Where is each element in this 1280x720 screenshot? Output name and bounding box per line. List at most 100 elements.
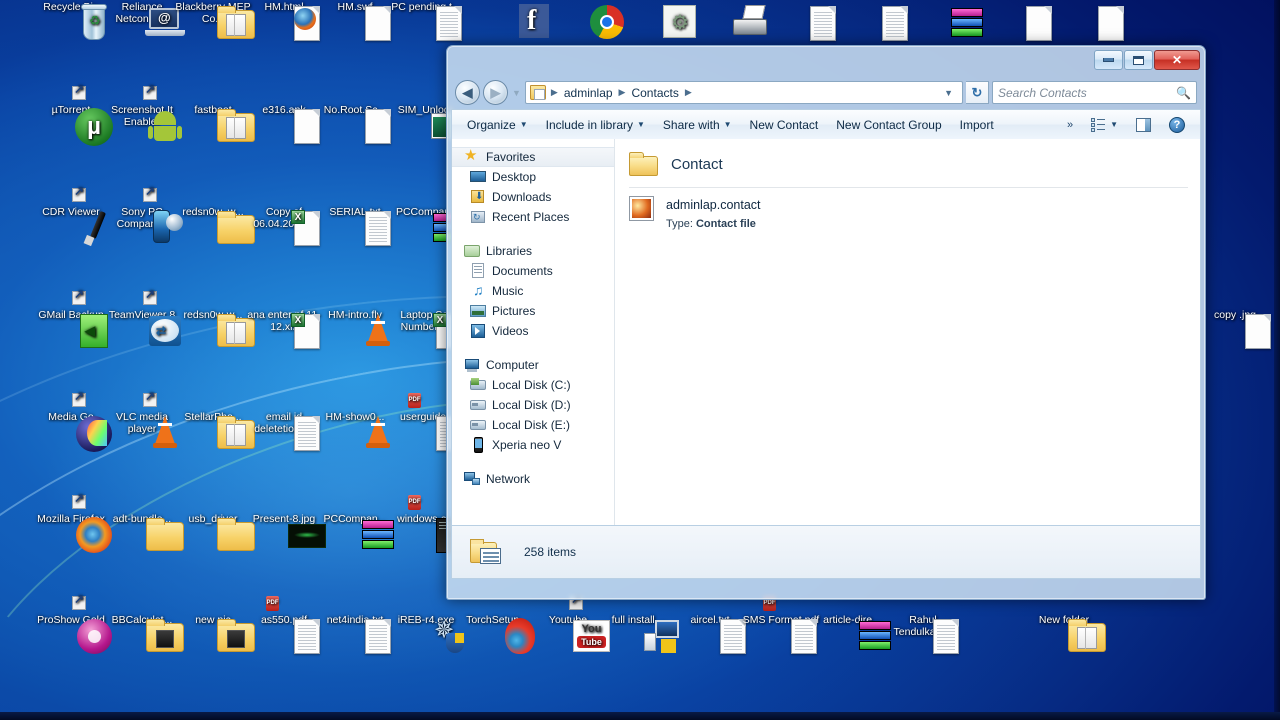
desktop-icon[interactable]: BBCalculat... bbox=[101, 614, 184, 652]
refresh-button[interactable]: ↻ bbox=[966, 81, 989, 104]
desktop-icon[interactable]: StellarPho... bbox=[172, 411, 255, 449]
desktop-icon[interactable]: ⇄TeamViewer 8 bbox=[101, 289, 183, 346]
navigation-pane[interactable]: ★ Favorites Desktop ⬇ Downloads ↻ Recent Place… bbox=[452, 139, 615, 525]
nav-item-downloads[interactable]: ⬇ Downloads bbox=[452, 187, 614, 207]
breadcrumb-item-adminlap[interactable]: adminlap bbox=[561, 85, 616, 101]
desktop-icon[interactable]: copy .jpg bbox=[1194, 309, 1276, 349]
recent-pages-icon[interactable]: ▼ bbox=[512, 88, 521, 98]
command-toolbar[interactable]: Organize ▼ Include in library ▼ Share with ▼ N… bbox=[451, 109, 1201, 139]
breadcrumb-item-contacts[interactable]: Contacts bbox=[628, 85, 681, 101]
nav-item-documents[interactable]: Documents bbox=[452, 261, 614, 281]
back-button[interactable]: ◀ bbox=[455, 80, 480, 105]
desktop-icon[interactable]: email id deletetion.txt bbox=[243, 411, 325, 451]
desktop-icon[interactable]: adt-bundle... bbox=[101, 513, 184, 551]
desktop-icon[interactable]: @ Reliance Netconnect bbox=[101, 1, 185, 36]
preview-pane-button[interactable] bbox=[1127, 114, 1160, 136]
explorer-window[interactable]: ✕ ◀ ▶ ▼ ▶ adminlap ▶ Contacts ▶ ▼ ↻ Sear… bbox=[446, 45, 1206, 600]
desktop-icon[interactable]: Blackberry MEP Co... bbox=[172, 1, 255, 39]
breadcrumb-separator: ▶ bbox=[618, 87, 626, 97]
address-bar[interactable]: ◀ ▶ ▼ ▶ adminlap ▶ Contacts ▶ ▼ ↻ Search… bbox=[451, 76, 1201, 109]
desktop-icon[interactable]: TorchSetup... bbox=[456, 614, 538, 654]
desktop-icon[interactable]: PCCompan... bbox=[314, 513, 396, 549]
search-input[interactable]: Search Contacts 🔍 bbox=[992, 81, 1197, 104]
nav-item-videos[interactable]: Videos bbox=[452, 321, 614, 341]
desktop-icon[interactable]: PDF as550.pdf bbox=[243, 596, 325, 654]
nav-item-pictures[interactable]: Pictures bbox=[452, 301, 614, 321]
desktop-icon[interactable]: aircel.txt bbox=[669, 614, 751, 654]
desktop-icon[interactable]: µµTorrent bbox=[30, 84, 113, 146]
desktop-icon[interactable]: SERIAL.txt bbox=[314, 206, 396, 246]
desktop-icon[interactable]: e316.apk bbox=[243, 104, 325, 144]
nav-item-local-disk-e[interactable]: Local Disk (E:) bbox=[452, 415, 614, 435]
desktop-icon[interactable]: ✵ iREB-r4.exe bbox=[385, 614, 467, 653]
close-button[interactable]: ✕ bbox=[1154, 50, 1200, 70]
nav-group-label: Favorites bbox=[486, 150, 536, 164]
desktop-icon[interactable]: Present-8.jpg bbox=[243, 513, 326, 548]
desktop-icon[interactable]: YouTubeYoutube bbox=[527, 594, 610, 652]
nav-group-network[interactable]: Network bbox=[452, 469, 614, 489]
nav-item-xperia-neo-v[interactable]: Xperia neo V bbox=[452, 435, 614, 455]
desktop-icon[interactable]: VLC media player bbox=[101, 391, 183, 448]
desktop-icon[interactable]: X Copy of 06.04.2012... bbox=[243, 206, 325, 246]
desktop-icon[interactable]: Screenshot It Enabler bbox=[101, 84, 183, 141]
desktop-icon[interactable]: PDF SMS Format.pdf bbox=[740, 596, 822, 654]
desktop-icon[interactable]: Rahul Tendulkar.txt bbox=[882, 614, 964, 654]
breadcrumb[interactable]: ▶ adminlap ▶ Contacts ▶ ▼ bbox=[524, 81, 963, 104]
nav-group-label: Libraries bbox=[486, 244, 533, 258]
desktop-icon[interactable]: net4india.txt bbox=[314, 614, 396, 654]
desktop-icon[interactable]: HM.html bbox=[243, 1, 325, 41]
desktop-icon[interactable]: Sony PC Compani... bbox=[101, 186, 183, 243]
desktop-icon[interactable]: ♻ Recycle Bin bbox=[30, 1, 112, 40]
toolbar-button-share-with[interactable]: Share with ▼ bbox=[654, 114, 741, 136]
search-placeholder: Search Contacts bbox=[998, 85, 1087, 100]
help-button[interactable]: ? bbox=[1160, 113, 1194, 137]
desktop-icon[interactable]: ◂GMail Backup bbox=[30, 289, 112, 348]
nav-item-music[interactable]: ♫ Music bbox=[452, 281, 614, 301]
nav-item-recent-places[interactable]: ↻ Recent Places bbox=[452, 207, 614, 227]
nav-group-computer[interactable]: Computer bbox=[452, 355, 614, 375]
toolbar-button-new-contact-group[interactable]: New Contact Group bbox=[827, 114, 950, 136]
toolbar-button-new-contact[interactable]: New Contact bbox=[741, 114, 828, 136]
desktop-icon[interactable]: redsn0w_w... bbox=[172, 206, 255, 244]
desktop-icon[interactable]: redsn0w-w... bbox=[172, 309, 255, 347]
desktop-icon[interactable]: full install.... bbox=[598, 614, 680, 653]
desktop-icon[interactable]: CDR Viewer bbox=[30, 186, 112, 247]
explorer-body: ★ Favorites Desktop ⬇ Downloads ↻ Recent Place… bbox=[451, 139, 1201, 525]
window-titlebar[interactable]: ✕ bbox=[451, 50, 1201, 76]
forward-button[interactable]: ▶ bbox=[483, 80, 508, 105]
desktop-icon[interactable]: New folder bbox=[1023, 614, 1106, 652]
nav-item-local-disk-c[interactable]: Local Disk (C:) bbox=[452, 375, 614, 395]
chevron-down-icon[interactable]: ▼ bbox=[939, 88, 958, 98]
window-controls: ✕ bbox=[1094, 50, 1200, 70]
desktop-icon[interactable]: Media Go bbox=[30, 391, 112, 452]
toolbar-button-organize[interactable]: Organize ▼ bbox=[458, 114, 537, 136]
desktop-icon[interactable]: HM.swf bbox=[314, 1, 396, 41]
desktop-icon[interactable]: HM-show0... bbox=[314, 411, 396, 448]
desktop-icon[interactable]: new pic bbox=[172, 614, 255, 652]
toolbar-button-import[interactable]: Import bbox=[951, 114, 1003, 136]
desktop-icon[interactable]: HM-intro.flv bbox=[314, 309, 396, 346]
desktop-icon[interactable]: Mozilla Firefox bbox=[30, 493, 112, 553]
change-view-button[interactable]: ▼ bbox=[1082, 114, 1127, 136]
nav-item-local-disk-d[interactable]: Local Disk (D:) bbox=[452, 395, 614, 415]
minimize-button[interactable] bbox=[1094, 50, 1123, 70]
desktop-icon[interactable]: ProShow Gold bbox=[30, 594, 112, 654]
downloads-icon: ⬇ bbox=[470, 189, 486, 205]
maximize-button[interactable] bbox=[1124, 50, 1153, 70]
nav-group-gap bbox=[452, 227, 614, 241]
documents-icon bbox=[470, 263, 486, 279]
nav-group-libraries[interactable]: Libraries bbox=[452, 241, 614, 261]
toolbar-overflow-button[interactable]: » bbox=[1058, 115, 1082, 135]
file-row[interactable]: adminlap.contact Type: Contact file bbox=[615, 188, 1200, 232]
desktop-icon[interactable]: fastboot bbox=[172, 104, 255, 142]
nav-item-desktop[interactable]: Desktop bbox=[452, 167, 614, 187]
chevron-down-icon: ▼ bbox=[1110, 120, 1118, 129]
desktop-icon[interactable]: No.Root.Sc... bbox=[314, 104, 396, 144]
desktop-icon[interactable]: article-dire... bbox=[811, 614, 893, 650]
file-list-pane[interactable]: Contact adminlap.contact Type: Contact fi… bbox=[615, 139, 1200, 525]
desktop-icon[interactable]: PC pending.t... bbox=[385, 1, 467, 41]
toolbar-button-include-in-library[interactable]: Include in library ▼ bbox=[537, 114, 654, 136]
desktop-icon[interactable]: Xana enter pf 11-12.xls bbox=[243, 309, 325, 349]
nav-group-favorites[interactable]: ★ Favorites bbox=[452, 147, 614, 167]
desktop-icon[interactable]: usb_driver bbox=[172, 513, 255, 551]
